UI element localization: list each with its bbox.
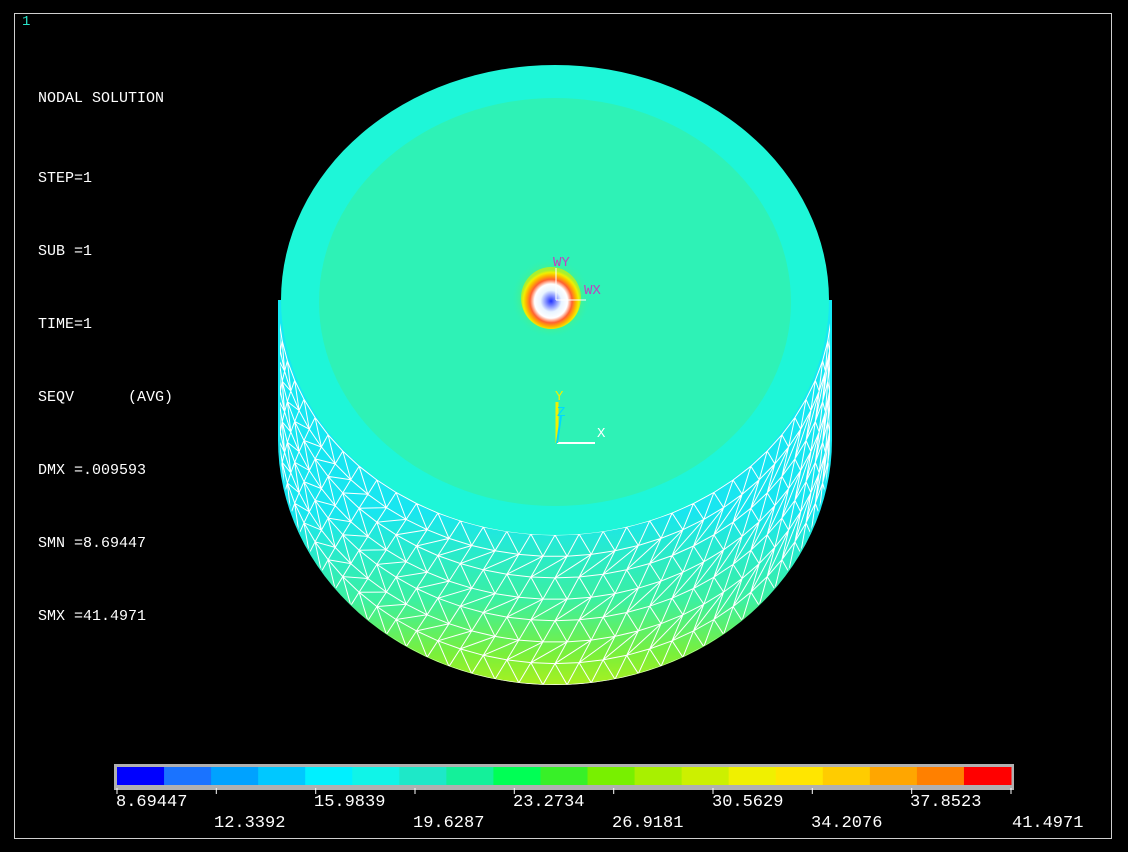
legend-label-1: 12.3392 <box>214 814 285 833</box>
legend-color-band <box>540 767 589 785</box>
legend-color-band <box>164 767 212 785</box>
legend-label-6: 30.5629 <box>712 793 783 812</box>
legend-color-band <box>352 767 400 785</box>
legend-color-band <box>493 767 541 785</box>
legend-label-2: 15.9839 <box>314 793 385 812</box>
legend-color-band <box>775 767 824 785</box>
legend-color-band <box>117 767 165 785</box>
legend-label-9: 41.4971 <box>1012 814 1083 833</box>
legend-color-band <box>258 767 306 785</box>
legend-label-3: 19.6287 <box>413 814 484 833</box>
legend-color-band <box>963 767 1012 785</box>
legend-label-0: 8.69447 <box>116 793 187 812</box>
legend-color-band <box>587 767 636 785</box>
legend-color-band <box>634 767 683 785</box>
legend-color-band <box>399 767 447 785</box>
legend-color-band <box>869 767 918 785</box>
contour-legend: 8.69447 15.9839 23.2734 30.5629 37.8523 … <box>114 764 1083 833</box>
legend-color-band <box>211 767 259 785</box>
legend-color-band <box>681 767 730 785</box>
legend-label-8: 37.8523 <box>910 793 981 812</box>
legend-color-band <box>822 767 871 785</box>
legend-color-band <box>305 767 353 785</box>
legend-label-7: 34.2076 <box>811 814 882 833</box>
legend-color-band <box>446 767 494 785</box>
legend-label-4: 23.2734 <box>513 793 584 812</box>
legend-color-band <box>916 767 965 785</box>
legend-label-5: 26.9181 <box>612 814 683 833</box>
legend-color-band <box>728 767 777 785</box>
